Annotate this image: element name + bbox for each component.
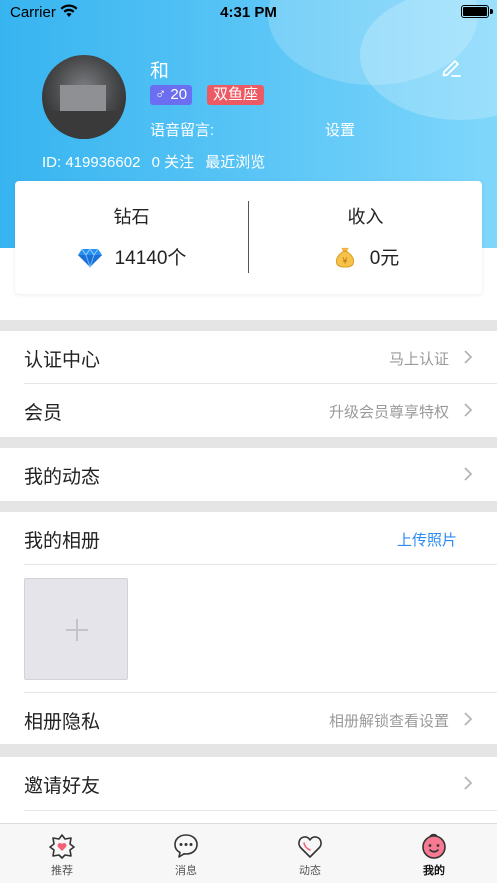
tab-label: 消息 (175, 865, 197, 877)
gender-age-badge: ♂ 20 (150, 85, 193, 105)
diamond-title: 钻石 (113, 207, 150, 227)
tab-messages[interactable]: 消息 (146, 832, 226, 878)
verify-row[interactable]: 认证中心 马上认证 (24, 331, 497, 384)
moments-icon (298, 836, 322, 858)
mine-icon (422, 833, 446, 859)
moments-label: 我的动态 (24, 467, 101, 488)
upload-photo-button[interactable]: 上传照片 (397, 529, 457, 550)
album-header-row: 我的相册 上传照片 (24, 512, 497, 565)
tab-moments[interactable]: 动态 (270, 832, 350, 878)
battery-icon (461, 5, 489, 18)
moments-row[interactable]: 我的动态 (24, 448, 497, 501)
diamond-icon (77, 247, 102, 268)
chevron-right-icon (464, 776, 473, 790)
invite-section: 邀请好友 (0, 757, 497, 823)
clock: 4:31 PM (220, 4, 277, 21)
voice-message-label: 语音留言: (150, 122, 215, 139)
chevron-right-icon (464, 467, 473, 481)
nickname: 和 (150, 61, 170, 82)
money-bag-icon: ¥ (335, 247, 354, 268)
verify-label: 认证中心 (24, 350, 101, 371)
status-bar: Carrier 4:31 PM (0, 0, 497, 26)
chevron-right-icon (464, 350, 473, 364)
income-title: 收入 (347, 207, 384, 227)
tab-label: 推荐 (51, 865, 73, 877)
account-section: 认证中心 马上认证 会员 升级会员尊享特权 (0, 331, 497, 437)
invite-label: 邀请好友 (24, 776, 101, 797)
invite-row[interactable]: 邀请好友 (24, 757, 497, 810)
diamond-column[interactable]: 钻石 14140个 (15, 203, 248, 270)
svg-text:¥: ¥ (342, 255, 347, 265)
recent-views[interactable]: 最近浏览 (205, 154, 265, 171)
chevron-right-icon (464, 712, 473, 726)
tab-label: 动态 (299, 865, 321, 877)
vip-row[interactable]: 会员 升级会员尊享特权 (24, 384, 497, 437)
follow-count[interactable]: 0 关注 (152, 154, 195, 171)
profile-stats: ID: 419936602 0 关注 最近浏览 (42, 151, 272, 172)
diamond-value: 14140个 (114, 248, 187, 269)
moments-section: 我的动态 (0, 448, 497, 501)
vip-label: 会员 (24, 403, 63, 424)
income-value: 0元 (369, 248, 400, 269)
zodiac-badge: 双鱼座 (207, 85, 265, 105)
battery-tip (490, 9, 493, 14)
album-label: 我的相册 (24, 531, 101, 552)
verify-value: 马上认证 (388, 351, 449, 368)
tab-recommend[interactable]: 推荐 (22, 832, 102, 878)
recommend-icon (49, 834, 75, 859)
avatar[interactable] (42, 55, 126, 139)
album-privacy-row[interactable]: 相册隐私 相册解锁查看设置 (24, 693, 497, 746)
album-privacy-value: 相册解锁查看设置 (328, 713, 449, 730)
tab-bar: 推荐 消息 动态 我的 (0, 823, 497, 883)
tab-label: 我的 (423, 865, 445, 877)
voice-setting-button[interactable]: 设置 (325, 119, 355, 140)
tab-mine[interactable]: 我的 (394, 832, 474, 878)
album-privacy-label: 相册隐私 (24, 712, 101, 733)
vip-value: 升级会员尊享特权 (328, 404, 449, 421)
wallet-card: 钻石 14140个 收入 ¥ 0元 (15, 181, 482, 294)
message-icon (174, 834, 198, 858)
income-column[interactable]: 收入 ¥ 0元 (249, 203, 482, 270)
chevron-right-icon (464, 403, 473, 417)
user-id: ID: 419936602 (42, 154, 141, 171)
edit-icon[interactable] (440, 56, 462, 78)
add-photo-button[interactable] (24, 578, 128, 680)
